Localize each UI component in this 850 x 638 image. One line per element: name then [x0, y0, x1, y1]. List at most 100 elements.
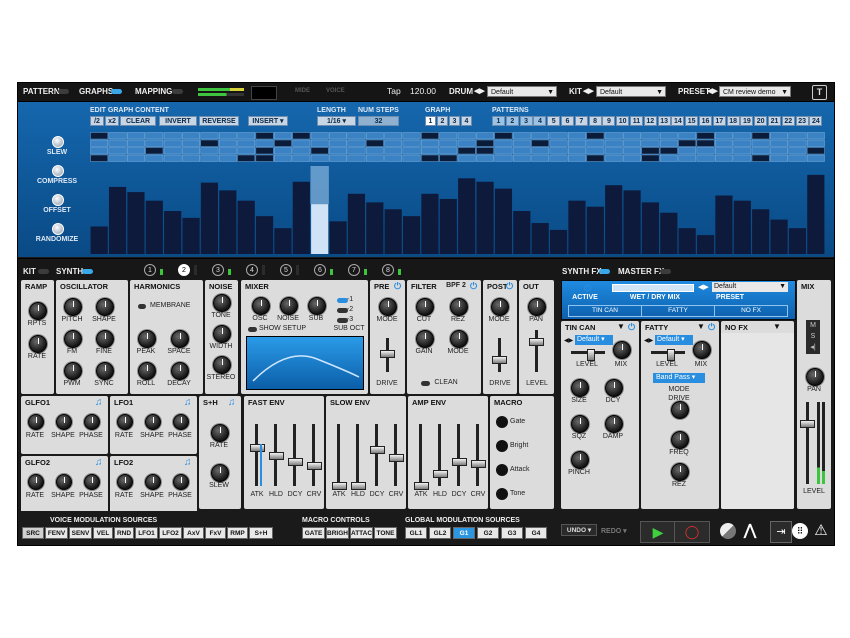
graph-number-2[interactable]: 2: [437, 116, 448, 126]
solo-button[interactable]: S: [806, 331, 820, 342]
graph-bar[interactable]: [347, 193, 366, 254]
step-cell[interactable]: [237, 154, 256, 162]
ramp-rate-knob[interactable]: [29, 335, 47, 353]
step-cell[interactable]: [365, 154, 384, 162]
macro-control-brigh[interactable]: BRIGH: [326, 527, 349, 539]
macro-control-gate[interactable]: GATE: [302, 527, 325, 539]
step-cell[interactable]: [751, 154, 770, 162]
step-cell[interactable]: [347, 154, 366, 162]
step-cell[interactable]: [659, 139, 678, 147]
graph-bar[interactable]: [329, 221, 347, 254]
out-level-track[interactable]: [535, 330, 538, 372]
step-cell[interactable]: [127, 154, 145, 162]
step-cell[interactable]: [696, 147, 715, 155]
tin-can-mix-knob[interactable]: [613, 341, 631, 359]
wet-dry-slider[interactable]: [612, 284, 694, 292]
graph-bar[interactable]: [145, 200, 163, 254]
graph-number-4[interactable]: 4: [461, 116, 472, 126]
slow-env-fader-handle[interactable]: [332, 482, 347, 490]
step-cell[interactable]: [255, 139, 274, 147]
step-cell[interactable]: [733, 154, 752, 162]
graph-bar[interactable]: [531, 223, 549, 254]
pattern-number-18[interactable]: 18: [726, 116, 740, 126]
voice-slot-3[interactable]: 3: [212, 264, 224, 276]
voice-slot-7[interactable]: 7: [348, 264, 360, 276]
tin-can-pinch-knob[interactable]: [571, 451, 589, 469]
graph-bar[interactable]: [127, 192, 145, 254]
amp-env-fader-handle[interactable]: [452, 458, 467, 466]
double-button[interactable]: x2: [105, 116, 119, 126]
step-cell[interactable]: [604, 132, 623, 140]
macro-tone-knob[interactable]: [496, 488, 508, 500]
tab-graphs[interactable]: GRAPHS: [79, 87, 113, 96]
graph-bar[interactable]: [292, 181, 310, 254]
global-mod-g4[interactable]: G4: [525, 527, 547, 539]
brand-logo-icon[interactable]: ⋀: [741, 522, 759, 540]
tab-pattern[interactable]: PATTERN: [23, 87, 60, 96]
fatty-prev-next-icon[interactable]: ◀▶: [644, 337, 653, 344]
step-cell[interactable]: [145, 147, 164, 155]
glfo2-panel-shape-knob[interactable]: [56, 474, 72, 490]
tab-kit[interactable]: KIT: [23, 267, 36, 276]
step-cell[interactable]: [641, 147, 660, 155]
post-drive-track[interactable]: [498, 338, 501, 372]
pattern-number-3[interactable]: 3: [519, 116, 533, 126]
mixer-noise-knob[interactable]: [280, 297, 298, 315]
step-cell[interactable]: [512, 154, 531, 162]
lfo1-panel-phase-knob[interactable]: [173, 414, 189, 430]
step-cell[interactable]: [292, 132, 311, 140]
voice-mod-src[interactable]: SRC: [22, 527, 44, 539]
step-cell[interactable]: [347, 132, 366, 140]
graph-bar[interactable]: [605, 185, 623, 254]
global-mod-gl2[interactable]: GL2: [429, 527, 451, 539]
tin-can-menu-icon[interactable]: ▼: [617, 322, 625, 331]
sh-slew-knob[interactable]: [211, 464, 229, 482]
pattern-number-24[interactable]: 24: [809, 116, 823, 126]
voice-mod-fenv[interactable]: FENV: [45, 527, 68, 539]
slow-env-fader-handle[interactable]: [389, 454, 404, 462]
fx-slot-no-fx[interactable]: NO FX: [714, 305, 788, 317]
mute-solo-buttons[interactable]: M S ◂|: [806, 320, 820, 354]
fx-slot-tin-can[interactable]: TIN CAN: [568, 305, 642, 317]
fatty-power-icon[interactable]: ⏻: [708, 322, 715, 333]
filter-cut-knob[interactable]: [416, 298, 434, 316]
undo-button[interactable]: UNDO ▾: [561, 524, 597, 536]
mix-menu-icon[interactable]: ◂|: [806, 342, 820, 353]
step-cell[interactable]: [255, 132, 274, 140]
graph-bar[interactable]: [752, 209, 770, 254]
step-cell[interactable]: [512, 132, 531, 140]
step-cell[interactable]: [806, 132, 825, 140]
graph-bar[interactable]: [513, 211, 531, 254]
step-cell[interactable]: [90, 132, 109, 140]
noise-stereo-knob[interactable]: [213, 356, 231, 374]
graph-bar[interactable]: [458, 178, 476, 254]
filter-gain-knob[interactable]: [416, 330, 434, 348]
pattern-number-11[interactable]: 11: [630, 116, 643, 126]
fx-active-power-icon[interactable]: ⏻: [584, 283, 591, 294]
step-cell[interactable]: [163, 132, 182, 140]
step-cell[interactable]: [494, 154, 513, 162]
lfo2-panel-rate-knob[interactable]: [117, 474, 133, 490]
step-cell[interactable]: [421, 147, 439, 155]
noise-width-knob[interactable]: [213, 325, 231, 343]
step-cell[interactable]: [274, 147, 292, 155]
preset-select[interactable]: CM review demo ▼: [719, 86, 791, 97]
tin-can-power-icon[interactable]: ⏻: [628, 322, 635, 333]
step-cell[interactable]: [696, 154, 715, 162]
filter-power-icon[interactable]: ⏻: [470, 281, 477, 292]
pattern-number-7[interactable]: 7: [574, 116, 588, 126]
pattern-number-12[interactable]: 12: [643, 116, 657, 126]
fx-preset-select[interactable]: Default ▼: [712, 282, 788, 292]
pattern-number-5[interactable]: 5: [547, 116, 561, 126]
mix-pan-knob[interactable]: [806, 368, 824, 386]
voice-slot-2[interactable]: 2: [178, 264, 190, 276]
graph-bar[interactable]: [182, 217, 200, 254]
step-cell[interactable]: [163, 139, 182, 147]
post-power-icon[interactable]: ⏻: [506, 281, 513, 292]
slow-env-fader-handle[interactable]: [370, 446, 385, 454]
step-cell[interactable]: [108, 147, 127, 155]
fast-env-fader-handle[interactable]: [269, 452, 284, 460]
step-cell[interactable]: [788, 139, 807, 147]
step-cell[interactable]: [494, 132, 513, 140]
step-cell[interactable]: [715, 147, 733, 155]
